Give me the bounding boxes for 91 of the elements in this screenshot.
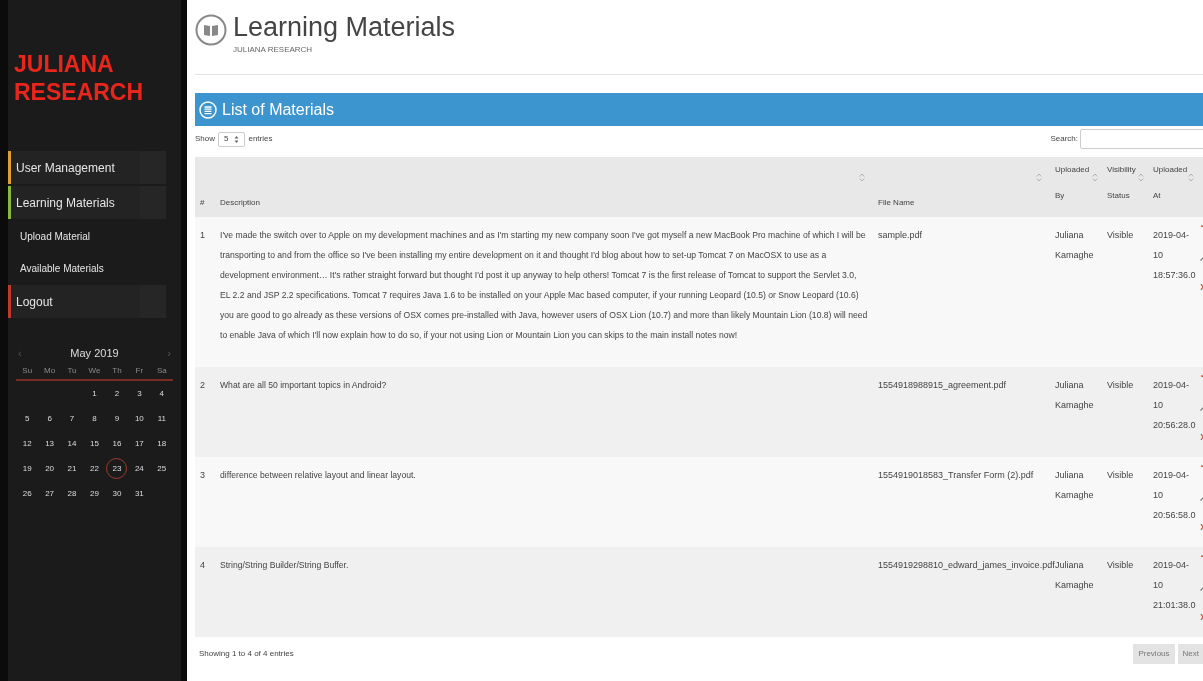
list-icon bbox=[199, 100, 217, 119]
calendar-day[interactable]: 8 bbox=[92, 412, 97, 425]
calendar-day[interactable]: 9 bbox=[114, 412, 120, 425]
calendar-day[interactable]: 15 bbox=[90, 437, 99, 450]
sort-icon[interactable] bbox=[859, 173, 865, 182]
calendar-day[interactable]: 14 bbox=[67, 437, 77, 450]
calendar-day[interactable]: 28 bbox=[67, 487, 77, 500]
weekday-label: Mo bbox=[43, 365, 57, 377]
calendar-day[interactable]: 25 bbox=[157, 462, 167, 475]
file-name-cell: 1554919018583_Transfer Form (2).pdf bbox=[878, 470, 1034, 480]
updown-icon[interactable] bbox=[234, 134, 240, 144]
column-header[interactable]: Uploaded At bbox=[1153, 157, 1193, 209]
calendar-day[interactable]: 26 bbox=[22, 487, 32, 500]
calendar-day[interactable]: 4 bbox=[159, 387, 164, 400]
calendar-day[interactable]: 7 bbox=[69, 412, 75, 425]
calendar-day[interactable]: 21 bbox=[67, 462, 77, 475]
calendar-day[interactable]: 13 bbox=[45, 437, 55, 450]
file-name-cell: 1554919298810_edward_james_invoice.pdf bbox=[878, 560, 1055, 570]
calendar-day[interactable]: 12 bbox=[22, 437, 32, 450]
calendar-day[interactable]: 22 bbox=[90, 462, 99, 475]
date-cell-text: 2019-04-10 18:57:36.0 bbox=[1153, 229, 1197, 282]
calendar-day[interactable]: 31 bbox=[134, 487, 144, 500]
calendar-day[interactable]: 24 bbox=[134, 462, 144, 475]
sort-icon[interactable] bbox=[1092, 173, 1098, 182]
calendar-day[interactable]: 1 bbox=[92, 387, 97, 400]
row-number: 4 bbox=[200, 560, 205, 570]
row-number: 3 bbox=[200, 470, 205, 480]
panel-title: List of Materials bbox=[222, 99, 335, 120]
brand-title: JULIANA RESEARCH bbox=[13, 50, 145, 106]
column-header[interactable]: Visibility Status bbox=[1107, 157, 1147, 209]
page-title: Learning Materials bbox=[233, 12, 456, 42]
column-header[interactable]: File Name bbox=[878, 197, 915, 207]
date-cell-text: 2019-04-10 20:56:58.0 bbox=[1153, 469, 1197, 522]
calendar-day[interactable]: 5 bbox=[25, 412, 30, 425]
calendar-day[interactable]: 19 bbox=[22, 462, 32, 475]
submenu-item[interactable]: Upload Material bbox=[8, 221, 91, 251]
uploader-cell-text: Juliana Kamaghe bbox=[1055, 559, 1095, 592]
sort-icon[interactable] bbox=[1188, 173, 1194, 182]
calendar-day[interactable]: 2 bbox=[114, 387, 120, 400]
visibility-cell: Visible bbox=[1107, 470, 1134, 480]
visibility-cell: Visible bbox=[1107, 230, 1134, 240]
visibility-cell: Visible bbox=[1107, 560, 1134, 570]
weekday-label: We bbox=[87, 365, 102, 377]
file-name-cell: 1554918988915_agreement.pdf bbox=[878, 380, 1007, 390]
weekday-label: Sa bbox=[155, 365, 168, 377]
book-icon bbox=[195, 14, 227, 46]
calendar-day[interactable]: 27 bbox=[45, 487, 55, 500]
calendar-day[interactable]: 6 bbox=[47, 412, 52, 425]
uploader-cell-text: Juliana Kamaghe bbox=[1055, 379, 1095, 412]
calendar-month: May 2019 bbox=[70, 345, 119, 361]
sort-icon[interactable] bbox=[1036, 173, 1042, 182]
calendar-day[interactable]: 11 bbox=[157, 412, 166, 425]
search-label: Search: bbox=[1050, 133, 1078, 145]
search-field[interactable] bbox=[1080, 129, 1203, 149]
weekday-label: Fr bbox=[134, 365, 145, 377]
uploader-cell-text: Juliana Kamaghe bbox=[1055, 229, 1095, 262]
file-name-cell: sample.pdf bbox=[878, 230, 923, 240]
menu-item[interactable]: Learning Materials bbox=[8, 186, 140, 219]
page-subtitle: JULIANA RESEARCH bbox=[233, 44, 314, 56]
date-cell-text: 2019-04-10 20:56:28.0 bbox=[1153, 379, 1197, 432]
row-number: 2 bbox=[200, 380, 205, 390]
length-label: entries bbox=[248, 133, 273, 145]
weekday-label: Su bbox=[21, 365, 34, 377]
description-cell: difference between relative layout and linear layout. bbox=[220, 470, 416, 480]
description-cell: I've made the switch over to Apple on my development machines and as I'm starting my new company soon I've got myself a new MacBook Pro machine of which I will be transporting to and from the office so I've been installing my entire development on it and thought I'd blog about how to set-up Tomcat 7 on MacOSX to use as a development environment… It's rather straight forward but thought I'd post it up anyway to help others! Tomcat 7 is the first release of Tomcat to support the Servlet 3.0, EL 2.2 and JSP 2.2 specifications. Tomcat 7 requires Java 1.6 to be installed on your Apple Mac based computer, if your running Leopard (10.5) or Snow Leopard (10.6) you are good to go already as these versions of OSX comes pre-installed with Java, however users of OSX Lion (10.7) and more than likely Mountain Lion (10.8) will need to enable Java of which I'll now explain how to do so, if your not using Lion or Mountain Lion you can skips to the main install notes now! bbox=[220, 230, 868, 340]
calendar-day[interactable]: 29 bbox=[90, 487, 99, 500]
menu-item[interactable]: Logout bbox=[8, 285, 140, 318]
uploader-cell-text: Juliana Kamaghe bbox=[1055, 469, 1095, 502]
description-cell: What are all 50 important topics in Android? bbox=[220, 380, 387, 390]
sort-icon[interactable] bbox=[1138, 173, 1144, 182]
calendar-day[interactable]: 30 bbox=[112, 487, 122, 500]
visibility-cell: Visible bbox=[1107, 380, 1134, 390]
entries-select[interactable]: 5 bbox=[218, 131, 246, 147]
calendar-day[interactable]: 18 bbox=[157, 437, 167, 450]
column-header[interactable]: # bbox=[200, 197, 205, 207]
calendar-day[interactable]: 3 bbox=[137, 387, 142, 400]
date-cell-text: 2019-04-10 21:01:38.0 bbox=[1153, 559, 1197, 612]
menu-item[interactable]: User Management bbox=[8, 151, 140, 184]
column-header[interactable]: Uploaded By bbox=[1055, 157, 1095, 209]
submenu-item[interactable]: Available Materials bbox=[8, 253, 104, 283]
calendar-day[interactable]: 10 bbox=[134, 412, 144, 425]
calendar-day[interactable]: 16 bbox=[112, 437, 122, 450]
table-info: Showing 1 to 4 of 4 entries bbox=[198, 648, 294, 660]
weekday-label: Tu bbox=[66, 365, 78, 377]
column-header[interactable]: Description bbox=[220, 197, 260, 207]
description-cell: String/String Builder/String Buffer. bbox=[220, 560, 349, 570]
calendar-day[interactable]: 17 bbox=[134, 437, 144, 450]
weekday-label: Th bbox=[111, 365, 123, 377]
length-label: Show bbox=[195, 133, 215, 145]
row-number: 1 bbox=[200, 230, 205, 240]
calendar-day[interactable]: 20 bbox=[45, 462, 55, 475]
